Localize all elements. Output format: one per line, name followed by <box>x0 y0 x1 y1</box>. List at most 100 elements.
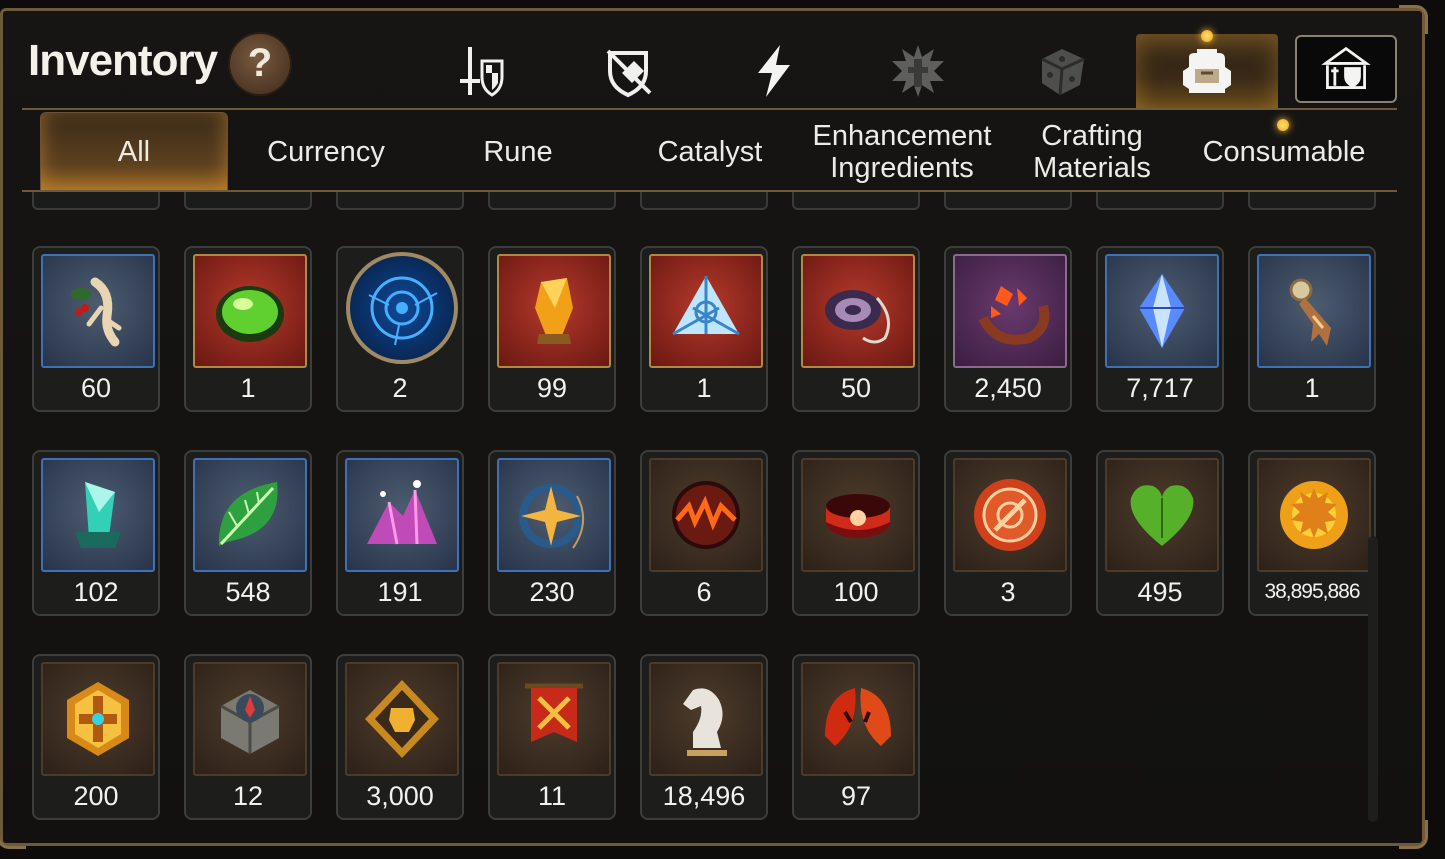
inventory-slot[interactable]: 1 <box>184 246 312 412</box>
item-thumbnail <box>801 458 915 572</box>
inventory-slot[interactable]: 11 <box>488 654 616 820</box>
inventory-slot[interactable]: 2,450 <box>944 246 1072 412</box>
teal-shard-icon <box>75 482 121 548</box>
item-count: 6 <box>696 577 712 607</box>
item-count: 495 <box>1137 577 1183 607</box>
red-bracelet-icon <box>826 494 890 538</box>
inventory-slot-partial <box>488 192 616 210</box>
item-count: 1 <box>696 373 712 403</box>
category-guild[interactable] <box>1295 35 1397 103</box>
inventory-slot[interactable]: 495 <box>1096 450 1224 616</box>
category-power[interactable] <box>734 36 814 106</box>
tab-bar: All Currency Rune Catalyst Enhancement I… <box>40 112 1395 192</box>
star-amulet-icon <box>519 484 584 549</box>
inventory-slot[interactable]: 7,717 <box>1096 246 1224 412</box>
item-thumbnail <box>1257 458 1371 572</box>
item-count: 548 <box>225 577 271 607</box>
green-heart-icon <box>1130 485 1194 546</box>
inventory-slot[interactable]: 1 <box>1248 246 1376 412</box>
inventory-slot[interactable]: 12 <box>184 654 312 820</box>
item-thumbnail <box>1105 254 1219 368</box>
item-count: 3 <box>1000 577 1016 607</box>
tab-all[interactable]: All <box>40 112 228 192</box>
amber-crystal-icon <box>535 278 573 344</box>
inventory-slot[interactable]: 97 <box>792 654 920 820</box>
spiked-emblem-icon <box>892 45 944 97</box>
inventory-slot[interactable]: 6 <box>640 450 768 616</box>
inventory-slot[interactable]: 99 <box>488 246 616 412</box>
chess-knight-icon <box>683 688 727 756</box>
inventory-slot-partial <box>1248 192 1376 210</box>
inventory-slot[interactable]: 102 <box>32 450 160 616</box>
inventory-slot-partial <box>640 192 768 210</box>
inventory-slot[interactable]: 3,000 <box>336 654 464 820</box>
item-count: 200 <box>73 781 119 811</box>
frame-corner <box>1399 5 1428 34</box>
inventory-slot[interactable]: 230 <box>488 450 616 616</box>
tab-currency[interactable]: Currency <box>232 112 420 192</box>
category-armor[interactable] <box>588 36 668 106</box>
inventory-slot[interactable]: 548 <box>184 450 312 616</box>
notification-dot <box>1277 119 1289 131</box>
item-thumbnail <box>41 662 155 776</box>
item-thumbnail <box>345 662 459 776</box>
header-divider <box>22 108 1397 110</box>
red-badge-icon <box>974 479 1046 551</box>
item-count: 1 <box>1304 373 1320 403</box>
item-count: 38,895,886 <box>1264 580 1360 603</box>
sun-coin-icon <box>1280 481 1348 549</box>
item-count: 2,450 <box>974 373 1042 403</box>
war-banner-icon <box>525 683 583 742</box>
inventory-slot[interactable]: 50 <box>792 246 920 412</box>
fire-orb-icon <box>672 481 740 549</box>
inventory-slot[interactable]: 60 <box>32 246 160 412</box>
inventory-slot[interactable]: 38,895,886 <box>1248 450 1376 616</box>
tab-catalyst[interactable]: Catalyst <box>616 112 804 192</box>
item-count: 12 <box>232 781 264 811</box>
gold-medal-icon <box>67 682 129 756</box>
category-backpack[interactable] <box>1136 34 1278 108</box>
help-button[interactable]: ? <box>228 32 292 96</box>
category-emblem[interactable] <box>878 36 958 106</box>
item-thumbnail <box>801 662 915 776</box>
item-thumbnail <box>649 662 763 776</box>
item-thumbnail <box>649 458 763 572</box>
item-thumbnail <box>193 662 307 776</box>
dice-icon <box>1041 49 1085 96</box>
bookmark-sigil-icon <box>1289 278 1331 346</box>
castle-shield-icon <box>1321 46 1371 89</box>
inventory-slot-partial <box>32 192 160 210</box>
inventory-slot[interactable]: 100 <box>792 450 920 616</box>
tab-crafting-materials[interactable]: Crafting Materials <box>1002 112 1182 192</box>
pendant-ring-icon <box>825 290 891 344</box>
item-count: 102 <box>73 577 119 607</box>
inventory-slot[interactable]: 3 <box>944 450 1072 616</box>
item-count: 50 <box>840 373 872 403</box>
item-thumbnail <box>497 254 611 368</box>
inventory-slot[interactable]: 1 <box>640 246 768 412</box>
item-thumbnail <box>346 252 458 364</box>
tab-enhancement-ingredients[interactable]: Enhancement Ingredients <box>802 112 1002 192</box>
frame-corner <box>1399 820 1428 849</box>
item-count: 3,000 <box>366 781 434 811</box>
item-count: 99 <box>536 373 568 403</box>
lightning-icon <box>758 45 790 97</box>
scrollbar[interactable] <box>1368 536 1378 822</box>
inventory-slot-partial <box>792 192 920 210</box>
tab-rune[interactable]: Rune <box>424 112 612 192</box>
shield-slash-icon <box>606 49 652 98</box>
inventory-slot[interactable]: 200 <box>32 654 160 820</box>
red-leaf-icon <box>825 688 891 746</box>
inventory-slot[interactable]: 2 <box>336 246 464 412</box>
item-count: 191 <box>377 577 423 607</box>
backpack-icon <box>1183 49 1231 93</box>
orange-ring-icon <box>978 286 1050 345</box>
category-equipment[interactable] <box>442 36 522 106</box>
inventory-slot[interactable]: 191 <box>336 450 464 616</box>
item-thumbnail <box>497 458 611 572</box>
category-dice[interactable] <box>1022 36 1102 106</box>
blue-rune-orb-icon <box>368 276 438 346</box>
inventory-slot[interactable]: 18,496 <box>640 654 768 820</box>
item-count: 100 <box>833 577 879 607</box>
inventory-slot-partial <box>184 192 312 210</box>
